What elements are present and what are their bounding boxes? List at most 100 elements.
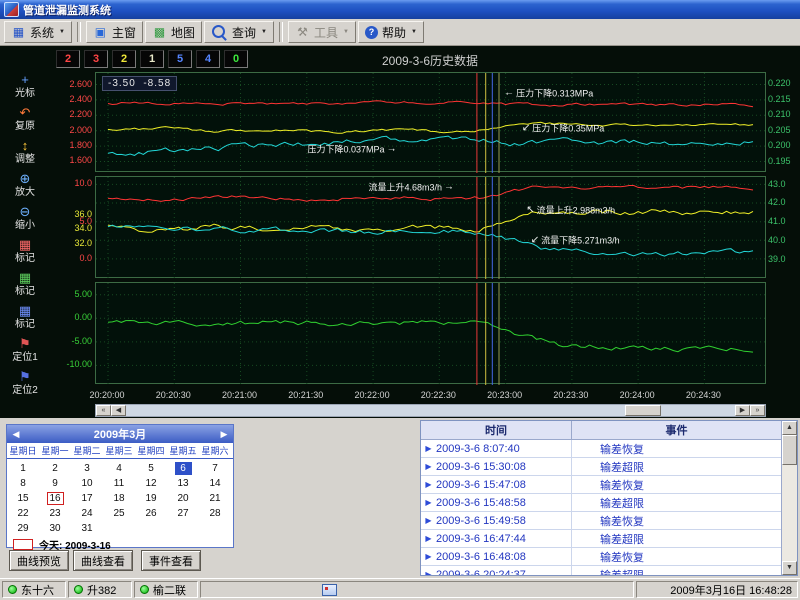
chart-tool-label: 定位2 <box>12 385 38 396</box>
chart-tool-adjust[interactable]: ↕调整 <box>0 138 50 171</box>
calendar-day-15[interactable]: 15 <box>7 489 39 504</box>
calendar-day-25[interactable]: 25 <box>103 504 135 519</box>
event-row[interactable]: ▶2009-3-6 16:48:08输差恢复 <box>421 548 781 566</box>
calendar-day-26[interactable]: 26 <box>135 504 167 519</box>
scroll-home-icon[interactable]: « <box>96 405 111 416</box>
calendar-day-16[interactable]: 16 <box>39 489 71 504</box>
event-row[interactable]: ▶2009-3-6 15:49:58输差恢复 <box>421 512 781 530</box>
calendar-day-12[interactable]: 12 <box>135 474 167 489</box>
y-tick-label: 2.400 <box>69 95 92 104</box>
scrollbar-thumb[interactable] <box>782 435 797 465</box>
pressure-plot[interactable]: ←压力下降0.313MPa↙压力下降0.35MPa压力下降0.037MPa→-3… <box>95 72 766 172</box>
calendar-day-9[interactable]: 9 <box>39 474 71 489</box>
calendar-day-1[interactable]: 1 <box>7 459 39 474</box>
window-title: 管道泄漏监测系统 <box>23 2 111 18</box>
scroll-left-icon[interactable]: ◀ <box>111 405 126 416</box>
event-view-button[interactable]: 事件查看 <box>141 550 201 571</box>
x-axis-label: 20:21:30 <box>288 390 323 400</box>
scrollbar-track[interactable] <box>126 405 735 416</box>
toolbar-button-main-window[interactable]: ▣主窗 <box>86 21 143 43</box>
chart-tool-mark-3[interactable]: ▦标记 <box>0 303 50 336</box>
calendar-day-30[interactable]: 30 <box>39 519 71 534</box>
calendar-next-button[interactable]: ▶ <box>215 429 233 440</box>
channel-indicator-6[interactable]: 4 <box>196 50 220 68</box>
calendar-prev-button[interactable]: ◀ <box>7 429 25 440</box>
event-row[interactable]: ▶2009-3-6 20:24:37输差超限 <box>421 566 781 575</box>
chart-tool-zoom-in[interactable]: ⊕放大 <box>0 171 50 204</box>
calendar-day-7[interactable]: 7 <box>199 459 231 474</box>
chart-tool-locate-1[interactable]: ⚑定位1 <box>0 336 50 369</box>
chart-tool-zoom-out[interactable]: ⊖缩小 <box>0 204 50 237</box>
y-tick-label: 42.0 <box>768 198 786 207</box>
calendar-day-21[interactable]: 21 <box>199 489 231 504</box>
scroll-end-icon[interactable]: » <box>750 405 765 416</box>
calendar-header: ◀ 2009年3月 ▶ <box>7 425 233 443</box>
calendar-day-31[interactable]: 31 <box>71 519 103 534</box>
calendar-day-11[interactable]: 11 <box>103 474 135 489</box>
event-row[interactable]: ▶2009-3-6 15:30:08输差超限 <box>421 458 781 476</box>
event-row[interactable]: ▶2009-3-6 8:07:40输差恢复 <box>421 440 781 458</box>
event-table-scrollbar[interactable]: ▲ ▼ <box>781 421 797 575</box>
calendar-day-18[interactable]: 18 <box>103 489 135 504</box>
channel-indicator-4[interactable]: 1 <box>140 50 164 68</box>
calendar-day-3[interactable]: 3 <box>71 459 103 474</box>
chart-tool-mark-1[interactable]: ▦标记 <box>0 237 50 270</box>
curve-view-button[interactable]: 曲线查看 <box>73 550 133 571</box>
channel-indicator-2[interactable]: 3 <box>84 50 108 68</box>
curve-preview-button[interactable]: 曲线预览 <box>9 550 69 571</box>
calendar-day-4[interactable]: 4 <box>103 459 135 474</box>
calendar-day-22[interactable]: 22 <box>7 504 39 519</box>
toolbar-button-map[interactable]: ▩地图 <box>145 21 202 43</box>
channel-indicator-3[interactable]: 2 <box>112 50 136 68</box>
channel-indicator-1[interactable]: 2 <box>56 50 80 68</box>
calendar-day-6[interactable]: 6 <box>167 459 199 474</box>
status-middle-panel <box>200 581 634 598</box>
toolbar-button-label: 工具 <box>314 24 338 41</box>
column-header-event: 事件 <box>572 421 781 439</box>
event-row[interactable]: ▶2009-3-6 16:47:44输差超限 <box>421 530 781 548</box>
scroll-right-icon[interactable]: ▶ <box>735 405 750 416</box>
channel-indicator-5[interactable]: 5 <box>168 50 192 68</box>
toolbar-button-label: 主窗 <box>112 24 136 41</box>
event-row[interactable]: ▶2009-3-6 15:47:08输差恢复 <box>421 476 781 494</box>
toolbar-button-help[interactable]: ?帮助▼ <box>358 21 424 43</box>
y-tick-label: 0.195 <box>768 157 791 166</box>
calendar-day-14[interactable]: 14 <box>199 474 231 489</box>
annotation-text: 压力下降0.313MPa <box>516 87 593 100</box>
calendar-day-19[interactable]: 19 <box>135 489 167 504</box>
event-row[interactable]: ▶2009-3-6 15:48:58输差超限 <box>421 494 781 512</box>
toolbar-button-system[interactable]: ▦系统▼ <box>4 21 72 43</box>
chart-tool-cursor[interactable]: +光标 <box>0 72 50 105</box>
calendar-day-20[interactable]: 20 <box>167 489 199 504</box>
calendar-day-28[interactable]: 28 <box>199 504 231 519</box>
balance-plot[interactable] <box>95 282 766 384</box>
mark-1-icon: ▦ <box>19 237 31 253</box>
calendar-day-17[interactable]: 17 <box>71 489 103 504</box>
calendar-day-8[interactable]: 8 <box>7 474 39 489</box>
calendar-day-2[interactable]: 2 <box>39 459 71 474</box>
y-tick-label: 2.000 <box>69 126 92 135</box>
annotation-text: 压力下降0.35MPa <box>532 122 604 135</box>
calendar-empty-cell <box>199 519 231 534</box>
chart-tool-locate-2[interactable]: ⚑定位2 <box>0 369 50 402</box>
chart-tool-restore[interactable]: ↶复原 <box>0 105 50 138</box>
calendar-day-10[interactable]: 10 <box>71 474 103 489</box>
calendar-day-number: 29 <box>15 522 32 535</box>
calendar-day-27[interactable]: 27 <box>167 504 199 519</box>
chart-tool-mark-2[interactable]: ▦标记 <box>0 270 50 303</box>
scrollbar-thumb[interactable] <box>625 405 661 416</box>
toolbar-button-tools[interactable]: ⚒工具▼ <box>288 21 356 43</box>
titlebar: 管道泄漏监测系统 <box>0 0 800 19</box>
chart-scrollbar[interactable]: « ◀ ▶ » <box>95 404 766 417</box>
dropdown-arrow-icon: ▼ <box>411 29 417 35</box>
toolbar-button-query[interactable]: 查询▼ <box>204 21 274 43</box>
scroll-up-icon[interactable]: ▲ <box>782 421 797 435</box>
flow-plot[interactable]: 流量上升4.68m3/h→↖流量上升2.988m3/h↙流量下降5.271m3/… <box>95 176 766 278</box>
calendar-day-13[interactable]: 13 <box>167 474 199 489</box>
calendar-day-5[interactable]: 5 <box>135 459 167 474</box>
calendar-day-29[interactable]: 29 <box>7 519 39 534</box>
calendar-day-23[interactable]: 23 <box>39 504 71 519</box>
calendar-day-24[interactable]: 24 <box>71 504 103 519</box>
scroll-down-icon[interactable]: ▼ <box>782 561 797 575</box>
channel-indicator-7[interactable]: 0 <box>224 50 248 68</box>
